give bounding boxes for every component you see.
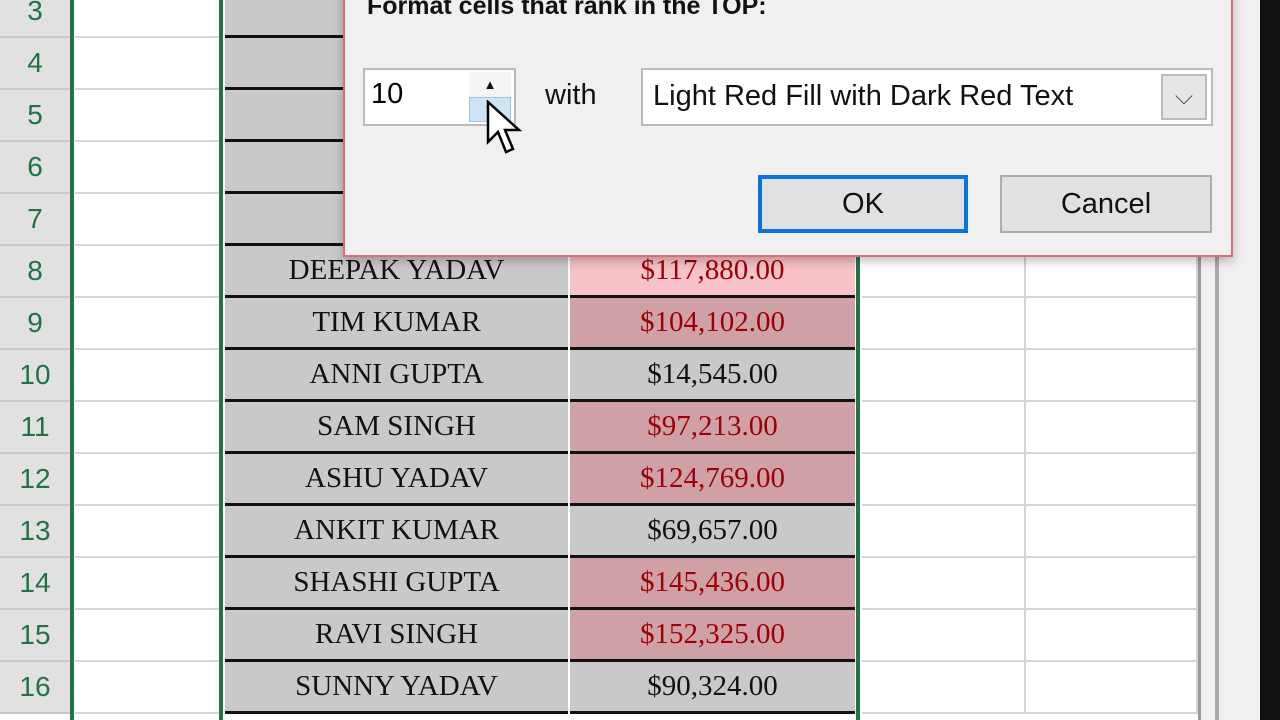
cell[interactable] <box>1026 298 1198 350</box>
row-header[interactable]: 8 <box>0 246 70 298</box>
value-cell[interactable]: $145,436.00 <box>570 558 855 610</box>
row-header[interactable]: 14 <box>0 558 70 610</box>
row-header[interactable]: 13 <box>0 506 70 558</box>
row-header[interactable]: 15 <box>0 610 70 662</box>
cell[interactable] <box>862 454 1026 506</box>
cell[interactable] <box>862 506 1026 558</box>
cell[interactable] <box>75 506 220 558</box>
row-header[interactable]: 10 <box>0 350 70 402</box>
cell[interactable] <box>862 558 1026 610</box>
row-header[interactable]: 11 <box>0 402 70 454</box>
format-dropdown[interactable]: Light Red Fill with Dark Red Text ⌵ <box>641 68 1213 126</box>
row-header[interactable]: 12 <box>0 454 70 506</box>
cell[interactable] <box>75 298 220 350</box>
cell[interactable] <box>75 402 220 454</box>
row-header[interactable]: 16 <box>0 662 70 714</box>
cell[interactable] <box>75 246 220 298</box>
cell[interactable] <box>862 662 1026 714</box>
cell[interactable] <box>1026 610 1198 662</box>
cell[interactable] <box>862 298 1026 350</box>
format-dropdown-value: Light Red Fill with Dark Red Text <box>653 80 1074 112</box>
name-cell[interactable]: ASHU YADAV <box>225 454 568 506</box>
cell[interactable] <box>75 194 220 246</box>
screen-edge <box>1260 0 1280 720</box>
row-header[interactable]: 4 <box>0 38 70 90</box>
cell[interactable] <box>75 38 220 90</box>
top-10-items-dialog: Format cells that rank in the TOP: ▲ ▼ w… <box>343 0 1233 257</box>
cell[interactable] <box>75 558 220 610</box>
cell[interactable] <box>1026 662 1198 714</box>
cell[interactable] <box>75 350 220 402</box>
name-cell[interactable]: ANKIT KUMAR <box>225 506 568 558</box>
cell[interactable] <box>1026 402 1198 454</box>
name-cell[interactable]: SHASHI GUPTA <box>225 558 568 610</box>
selection-border-left <box>70 0 74 720</box>
value-cell[interactable]: $90,324.00 <box>570 662 855 714</box>
cell[interactable] <box>75 610 220 662</box>
ok-button[interactable]: OK <box>758 175 968 233</box>
chevron-down-icon: ⌵ <box>1174 83 1194 110</box>
value-cell[interactable]: $69,657.00 <box>570 506 855 558</box>
cell[interactable] <box>1026 558 1198 610</box>
selection-border-b <box>219 0 223 720</box>
name-cell[interactable]: TIM KUMAR <box>225 298 568 350</box>
cell[interactable] <box>75 90 220 142</box>
with-label: with <box>545 79 597 111</box>
row-header[interactable]: 7 <box>0 194 70 246</box>
cell[interactable] <box>75 0 220 38</box>
cell[interactable] <box>75 454 220 506</box>
cell[interactable] <box>862 402 1026 454</box>
name-cell[interactable]: SUNNY YADAV <box>225 662 568 714</box>
cell[interactable] <box>862 350 1026 402</box>
spin-up-button[interactable]: ▲ <box>469 72 511 97</box>
cell[interactable] <box>1026 350 1198 402</box>
cell[interactable] <box>75 142 220 194</box>
cell[interactable] <box>75 662 220 714</box>
row-header[interactable]: 3 <box>0 0 70 38</box>
name-cell[interactable]: ANNI GUPTA <box>225 350 568 402</box>
value-cell[interactable]: $14,545.00 <box>570 350 855 402</box>
row-header[interactable]: 6 <box>0 142 70 194</box>
value-cell[interactable]: $152,325.00 <box>570 610 855 662</box>
cell[interactable] <box>862 610 1026 662</box>
value-cell[interactable]: $124,769.00 <box>570 454 855 506</box>
arrow-up-icon: ▲ <box>483 77 497 92</box>
dropdown-button[interactable]: ⌵ <box>1161 74 1207 120</box>
rank-input[interactable] <box>371 78 466 111</box>
cancel-button[interactable]: Cancel <box>1000 175 1212 233</box>
name-cell[interactable]: RAVI SINGH <box>225 610 568 662</box>
row-header[interactable]: 9 <box>0 298 70 350</box>
dialog-prompt: Format cells that rank in the TOP: <box>367 0 767 20</box>
row-header[interactable]: 5 <box>0 90 70 142</box>
cell[interactable] <box>1026 506 1198 558</box>
value-cell[interactable]: $104,102.00 <box>570 298 855 350</box>
mouse-cursor-icon <box>486 100 522 154</box>
value-cell[interactable]: $97,213.00 <box>570 402 855 454</box>
cell[interactable] <box>1026 454 1198 506</box>
name-cell[interactable]: SAM SINGH <box>225 402 568 454</box>
